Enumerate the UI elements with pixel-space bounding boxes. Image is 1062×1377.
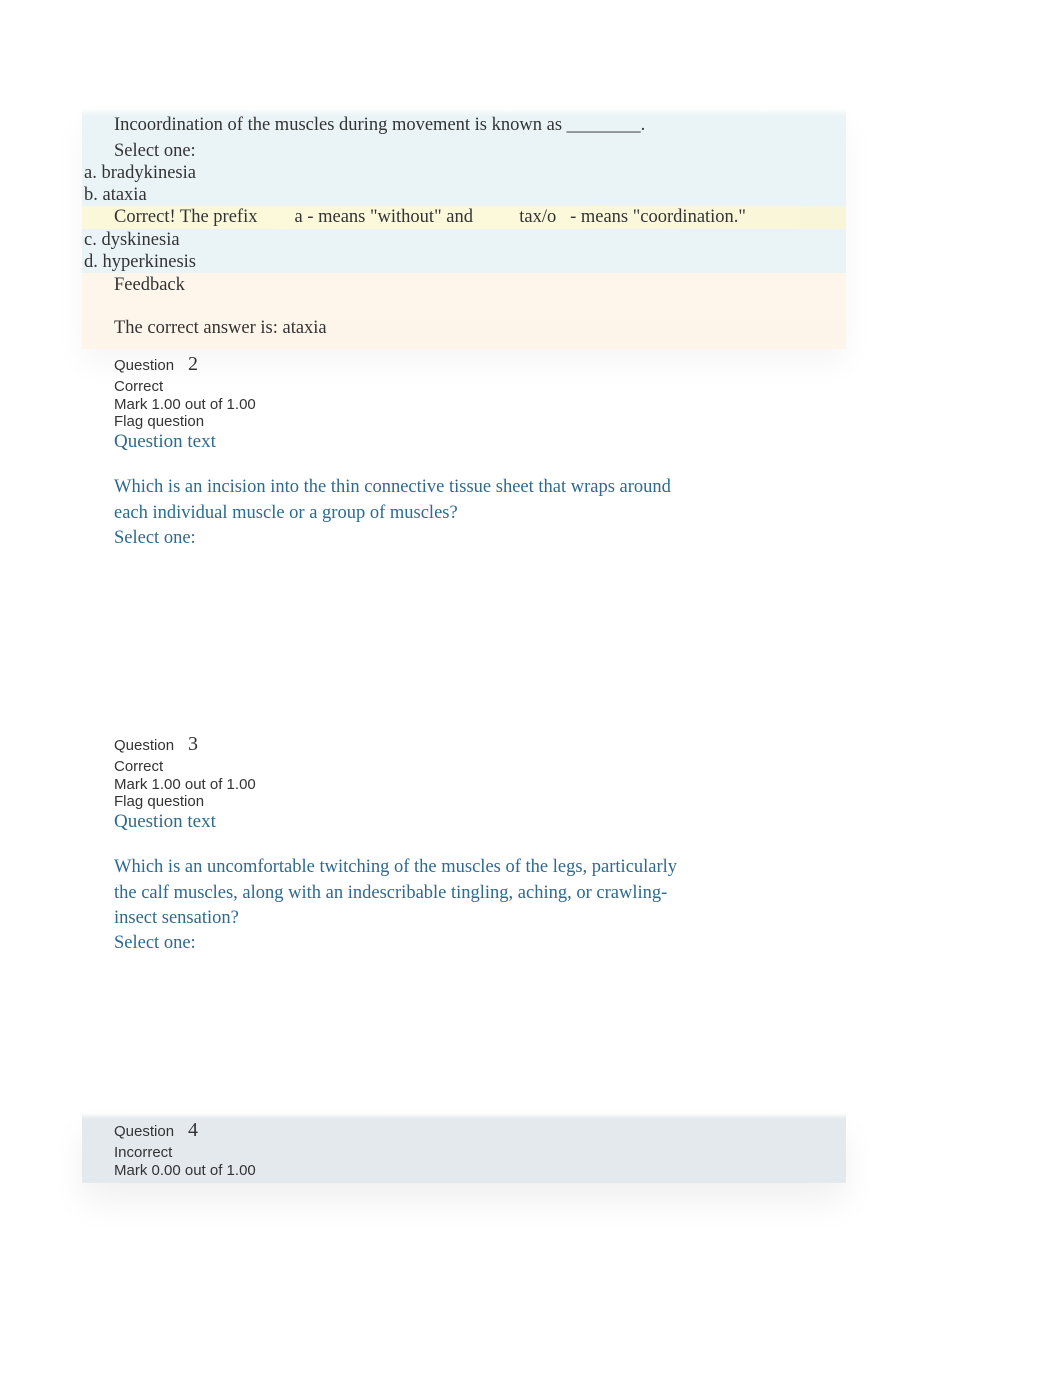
question-2-header: Question 2 Correct Mark 1.00 out of 1.00…	[82, 349, 846, 430]
question-label: Question	[114, 357, 174, 374]
feedback-heading: Feedback	[114, 275, 846, 296]
correct-answer-text: The correct answer is: ataxia	[114, 318, 846, 339]
spacer	[82, 549, 846, 729]
question-mark: Mark 0.00 out of 1.00	[114, 1162, 846, 1179]
question-1-block: Incoordination of the muscles during mov…	[82, 108, 846, 349]
q1-feedback-block: Feedback The correct answer is: ataxia	[82, 273, 846, 349]
flag-question-link[interactable]: Flag question	[114, 793, 846, 810]
question-status: Correct	[114, 758, 846, 775]
q1-correct-feedback: Correct! The prefix a - means "without" …	[82, 206, 846, 229]
question-status: Incorrect	[114, 1144, 846, 1161]
question-mark: Mark 1.00 out of 1.00	[114, 776, 846, 793]
q3-select-one: Select one:	[82, 933, 846, 954]
q1-option-a[interactable]: a. bradykinesia	[82, 163, 846, 184]
question-label: Question	[114, 737, 174, 754]
question-number: 3	[188, 733, 198, 756]
page-content: Incoordination of the muscles during mov…	[82, 108, 846, 1183]
question-text-heading: Question text	[82, 431, 846, 453]
question-3-header: Question 3 Correct Mark 1.00 out of 1.00…	[82, 729, 846, 810]
flag-question-link[interactable]: Flag question	[114, 413, 846, 430]
question-status: Correct	[114, 378, 846, 395]
spacer	[82, 954, 846, 1113]
q3-prompt: Which is an uncomfortable twitching of t…	[82, 855, 692, 933]
q1-select-one: Select one:	[82, 141, 846, 162]
q1-option-d[interactable]: d. hyperkinesis	[82, 252, 846, 273]
question-number: 2	[188, 353, 198, 376]
q1-option-b[interactable]: b. ataxia	[82, 185, 846, 206]
q1-prompt: Incoordination of the muscles during mov…	[82, 113, 846, 139]
question-number: 4	[188, 1119, 198, 1142]
q2-select-one: Select one:	[82, 528, 846, 549]
question-mark: Mark 1.00 out of 1.00	[114, 396, 846, 413]
question-label: Question	[114, 1123, 174, 1140]
question-4-block: Question 4 Incorrect Mark 0.00 out of 1.…	[82, 1113, 846, 1183]
q2-prompt: Which is an incision into the thin conne…	[82, 475, 682, 527]
question-text-heading: Question text	[82, 811, 846, 833]
q1-option-c[interactable]: c. dyskinesia	[82, 230, 846, 251]
